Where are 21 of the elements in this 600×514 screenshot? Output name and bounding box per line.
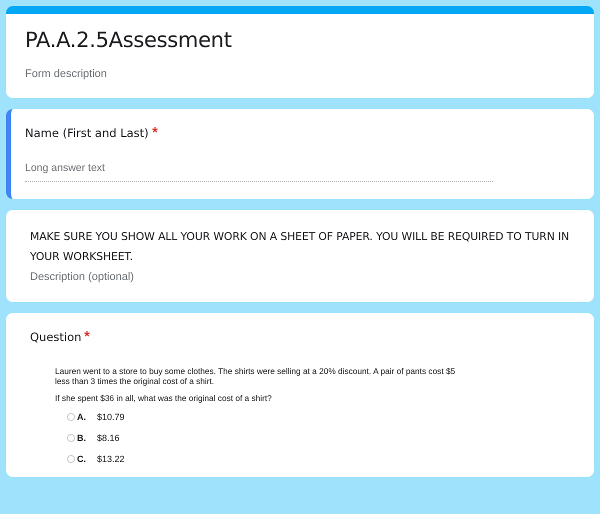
question-title: Question [30, 330, 82, 344]
answer-field[interactable]: Long answer text [25, 158, 493, 182]
problem-text: Lauren went to a store to buy some clothes. The shirts were selling at a 20% discount. A pair of pants cost $5 less than 3 times the original cost of a shirt. [55, 366, 456, 386]
option-text: $8.16 [97, 432, 120, 442]
radio-button[interactable] [67, 434, 75, 442]
question-card[interactable]: Name (First and Last) Long answer text [6, 109, 594, 199]
question-card[interactable] [6, 313, 594, 477]
question-card[interactable]: MAKE SURE YOU SHOW ALL YOUR WORK ON A SHEET OF PAPER. YOU WILL BE REQUIRED TO TURN IN YOUR WORKSHEET. Description (optional) [6, 210, 594, 302]
option-letter: A. [77, 412, 87, 422]
question-title: Name (First and Last) [25, 126, 149, 140]
form-description-field[interactable]: Form description [25, 68, 107, 80]
problem-text: If she spent $36 in all, what was the original cost of a shirt? [55, 393, 273, 403]
form-title[interactable]: PA.A.2.5Assessment [25, 28, 575, 52]
option-text: $13.22 [97, 454, 125, 464]
option-letter: C. [77, 454, 87, 464]
radio-button[interactable] [67, 412, 75, 420]
question-title: MAKE SURE YOU SHOW ALL YOUR WORK ON A SHEET OF PAPER. YOU WILL BE REQUIRED TO TURN IN YOUR WORKSHEET. [30, 229, 570, 265]
radio-button[interactable] [67, 454, 75, 462]
description-field[interactable]: Description (optional) [30, 271, 134, 283]
option-letter: B. [77, 432, 87, 442]
option-text: $10.79 [97, 412, 125, 422]
